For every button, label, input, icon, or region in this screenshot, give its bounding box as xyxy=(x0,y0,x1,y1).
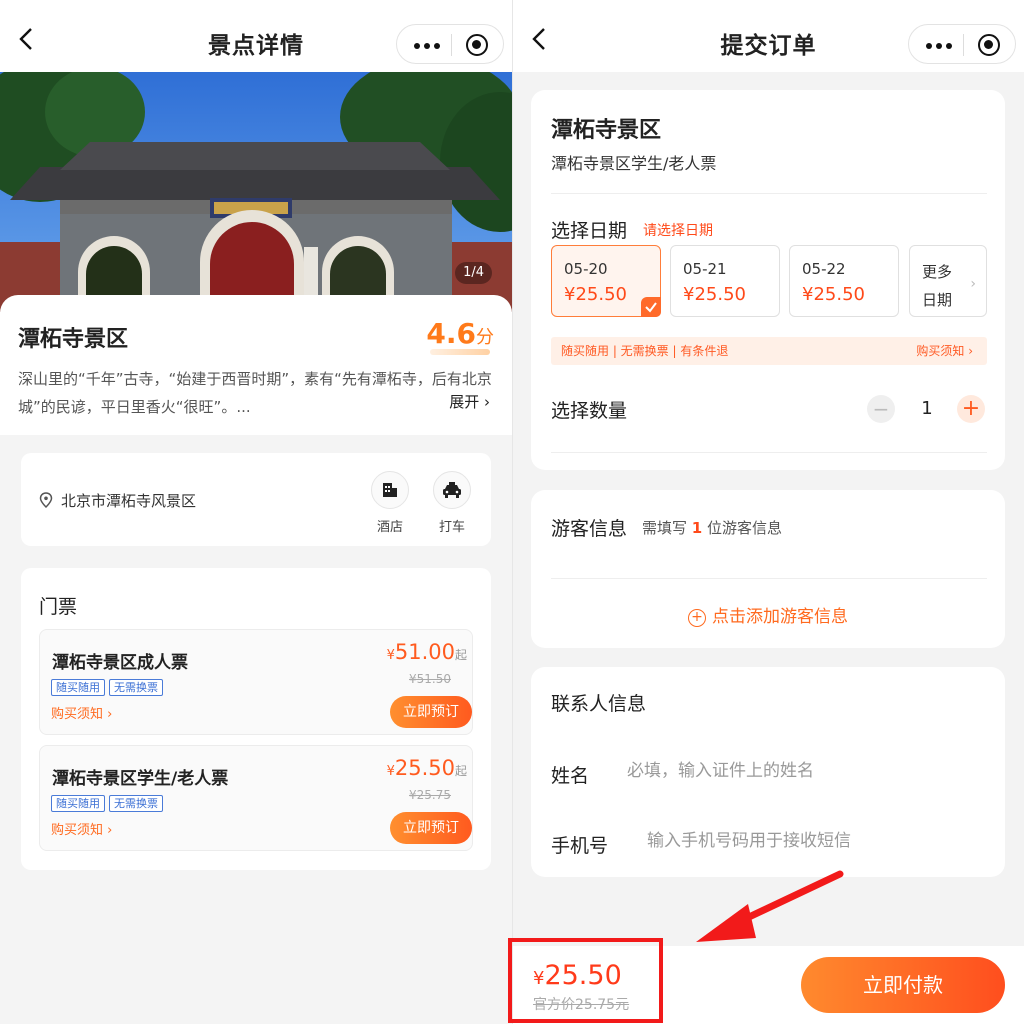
taxi-label: 打车 xyxy=(438,520,465,535)
add-guest-button[interactable]: + 点击添加游客信息 xyxy=(531,602,1005,627)
nav-bar: 景点详情 xyxy=(0,0,512,72)
ticket-price: ¥25.50起 xyxy=(386,756,467,780)
scenic-info-card: 潭柘寺景区 4.6分 深山里的“千年”古寺，“始建于西晋时期”，素有“先有潭柘寺… xyxy=(0,295,512,435)
ticket-tags: 随买随用 无需换票 xyxy=(51,795,163,812)
mini-program-capsule xyxy=(908,24,1016,64)
ticket-tag: 无需换票 xyxy=(109,795,163,812)
order-card: 潭柘寺景区 潭柘寺景区学生/老人票 选择日期 请选择日期 05-20 ¥25.5… xyxy=(531,90,1005,470)
phone-label: 手机号 xyxy=(551,835,609,857)
expand-link[interactable]: 展开 › xyxy=(449,391,490,412)
more-icon[interactable] xyxy=(926,43,952,49)
book-now-button[interactable]: 立即预订 xyxy=(390,812,472,844)
add-circle-icon: + xyxy=(688,609,706,627)
contact-section-title: 联系人信息 xyxy=(551,693,647,715)
more-dates-button[interactable]: 更多日期 › xyxy=(909,245,987,317)
date-hint: 请选择日期 xyxy=(643,223,713,239)
ticket-original-price: ¥51.50 xyxy=(409,672,451,686)
contact-info-card: 联系人信息 姓名 手机号 xyxy=(531,667,1005,877)
scenic-description: 深山里的“千年”古寺，“始建于西晋时期”，素有“先有潭柘寺，后有北京城”的民谚，… xyxy=(18,370,492,416)
order-scenic-name: 潭柘寺景区 xyxy=(551,118,662,143)
order-ticket-name: 潭柘寺景区学生/老人票 xyxy=(551,154,717,173)
scenic-name: 潭柘寺景区 xyxy=(18,327,129,352)
nav-bar: 提交订单 xyxy=(513,0,1024,72)
add-guest-label: 点击添加游客信息 xyxy=(712,607,848,627)
image-counter: 1/4 xyxy=(455,262,492,284)
guest-requirement: 需填写 1 位游客信息 xyxy=(642,519,783,537)
close-miniprogram-icon[interactable] xyxy=(466,34,488,56)
taxi-icon xyxy=(443,482,461,498)
check-icon xyxy=(641,297,661,317)
date-option[interactable]: 05-21 ¥25.50 xyxy=(670,245,780,317)
mini-program-capsule xyxy=(396,24,504,64)
date-label: 05-21 xyxy=(683,260,727,278)
highlight-box xyxy=(508,938,663,1023)
ticket-tag: 无需换票 xyxy=(109,679,163,696)
ticket-tag: 随买随用 xyxy=(51,795,105,812)
divider xyxy=(551,578,987,579)
hotel-label: 酒店 xyxy=(376,520,403,535)
increase-quantity-button[interactable]: + xyxy=(957,395,985,423)
ticket-item[interactable]: 潭柘寺景区学生/老人票 随买随用 无需换票 购买须知 › ¥25.50起 ¥25… xyxy=(39,745,473,851)
taxi-button[interactable]: 打车 xyxy=(427,471,477,535)
name-label: 姓名 xyxy=(551,765,590,787)
capsule-divider xyxy=(963,34,964,56)
rating-score: 4.6分 xyxy=(426,317,494,350)
ticket-name: 潭柘寺景区学生/老人票 xyxy=(52,769,229,789)
date-price: ¥25.50 xyxy=(683,284,746,305)
more-icon[interactable] xyxy=(414,43,440,49)
scenic-photo[interactable] xyxy=(0,72,512,312)
guest-section-title: 游客信息 xyxy=(551,518,628,540)
tickets-card: 门票 潭柘寺景区成人票 随买随用 无需换票 购买须知 › ¥51.00起 ¥51… xyxy=(21,568,491,870)
address-text[interactable]: 北京市潭柘寺风景区 xyxy=(61,490,196,511)
divider xyxy=(551,452,987,453)
close-miniprogram-icon[interactable] xyxy=(978,34,1000,56)
guest-info-card: 游客信息 需填写 1 位游客信息 + 点击添加游客信息 xyxy=(531,490,1005,648)
date-price: ¥25.50 xyxy=(802,284,865,305)
decrease-quantity-button[interactable]: − xyxy=(867,395,895,423)
ticket-tag: 随买随用 xyxy=(51,679,105,696)
name-field[interactable] xyxy=(627,761,947,781)
quantity-value: 1 xyxy=(921,398,933,419)
policy-bar[interactable]: 随买随用 | 无需换票 | 有条件退 购买须知 › xyxy=(551,337,987,365)
purchase-notice-link[interactable]: 购买须知 › xyxy=(51,819,112,838)
ticket-item[interactable]: 潭柘寺景区成人票 随买随用 无需换票 购买须知 › ¥51.00起 ¥51.50… xyxy=(39,629,473,735)
ticket-tags: 随买随用 无需换票 xyxy=(51,679,163,696)
location-pin-icon xyxy=(39,492,53,508)
ticket-price: ¥51.00起 xyxy=(386,640,467,664)
date-price: ¥25.50 xyxy=(564,284,627,305)
date-label: 05-22 xyxy=(802,260,846,278)
capsule-divider xyxy=(451,34,452,56)
ticket-original-price: ¥25.75 xyxy=(409,788,451,802)
hotel-icon xyxy=(383,483,397,497)
phone-field[interactable] xyxy=(647,831,967,851)
hotel-button[interactable]: 酒店 xyxy=(365,471,415,535)
scenic-detail-screen: 景点详情 1/4 潭柘寺景区 4.6分 深山里的“千年”古寺，“始建于西晋时期”… xyxy=(0,0,512,1024)
more-dates-label: 更多日期 xyxy=(922,263,953,309)
date-option[interactable]: 05-22 ¥25.50 xyxy=(789,245,899,317)
date-option-selected[interactable]: 05-20 ¥25.50 xyxy=(551,245,661,317)
location-card: 北京市潭柘寺风景区 酒店 打车 xyxy=(21,453,491,546)
book-now-button[interactable]: 立即预订 xyxy=(390,696,472,728)
chevron-right-icon: › xyxy=(970,276,976,292)
purchase-notice-link[interactable]: 购买须知 › xyxy=(51,703,112,722)
ticket-name: 潭柘寺景区成人票 xyxy=(52,653,188,673)
pay-now-button[interactable]: 立即付款 xyxy=(801,957,1005,1013)
date-section-title: 选择日期 xyxy=(551,220,628,242)
quantity-label: 选择数量 xyxy=(551,400,628,422)
date-label: 05-20 xyxy=(564,260,608,278)
policy-text: 随买随用 | 无需换票 | 有条件退 xyxy=(561,344,729,358)
divider xyxy=(551,193,987,194)
annotation-arrow-icon xyxy=(696,870,844,942)
purchase-notice-link[interactable]: 购买须知 › xyxy=(916,342,973,359)
tickets-title: 门票 xyxy=(39,596,78,618)
